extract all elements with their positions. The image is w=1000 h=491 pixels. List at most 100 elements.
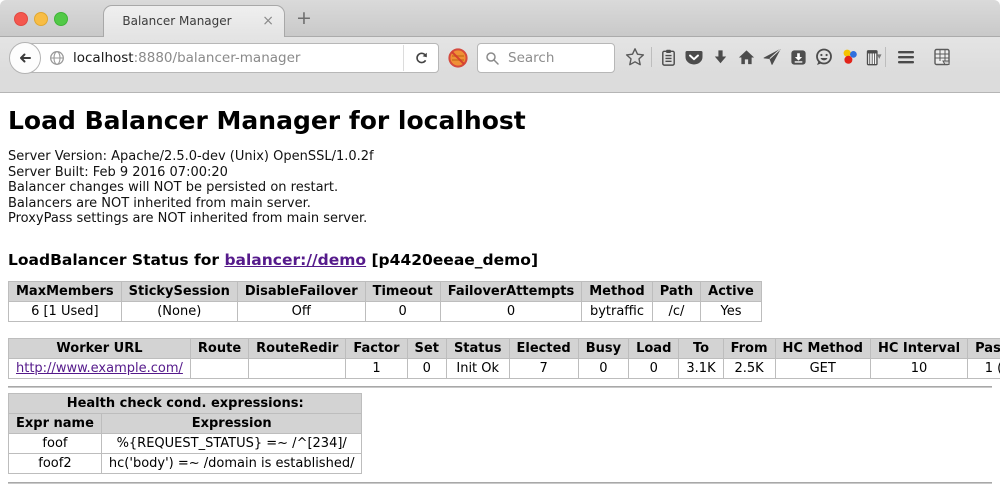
menu-button[interactable]	[893, 43, 919, 71]
page-content: Load Balancer Manager for localhost Serv…	[0, 93, 1000, 491]
tab-title: Balancer Manager	[104, 14, 250, 28]
table-cell: Yes	[701, 301, 762, 321]
table-cell	[190, 358, 248, 378]
health-check-table: Health check cond. expressions: Expr nam…	[8, 393, 362, 474]
back-button[interactable]	[9, 42, 41, 74]
table-cell: bytraffic	[582, 301, 652, 321]
table-cell: (None)	[121, 301, 237, 321]
table-cell: 10	[870, 358, 967, 378]
grid-page-icon	[932, 47, 952, 67]
search-icon	[485, 51, 500, 66]
table-row: foof %{REQUEST_STATUS} =~ /^[234]/	[9, 433, 362, 453]
feedback-button[interactable]	[811, 43, 837, 71]
tab-balancer-manager[interactable]: Balancer Manager ×	[103, 5, 285, 37]
column-header: Timeout	[365, 281, 440, 301]
paper-plane-icon	[762, 47, 782, 67]
column-header: Expr name	[9, 413, 102, 433]
notes-dropdown-caret[interactable]: ▾	[877, 52, 882, 62]
bookmark-star-button[interactable]	[622, 43, 648, 71]
reload-button[interactable]	[403, 45, 438, 71]
plugin-blocked-icon	[447, 47, 469, 69]
column-header: Load	[629, 338, 679, 358]
window-close-button[interactable]	[14, 12, 28, 26]
send-tab-button[interactable]	[759, 43, 785, 71]
expression-cell: hc('body') =~ /domain is established/	[101, 453, 362, 473]
column-header: Active	[701, 281, 762, 301]
table-header-row: Worker URL Route RouteRedir Factor Set S…	[9, 338, 1000, 358]
table-cell	[249, 358, 346, 378]
column-header: Worker URL	[9, 338, 191, 358]
back-arrow-icon	[17, 50, 33, 66]
column-header: Expression	[101, 413, 362, 433]
pocket-button[interactable]	[681, 43, 707, 71]
proxypass-notice-line: ProxyPass settings are NOT inherited fro…	[8, 211, 992, 227]
extension-dots-button[interactable]	[837, 43, 863, 71]
server-built-line: Server Built: Feb 9 2016 07:00:20	[8, 165, 992, 181]
balancer-demo-link[interactable]: balancer://demo	[224, 251, 366, 269]
column-header: HC Method	[775, 338, 870, 358]
loadbalancer-status-heading: LoadBalancer Status for balancer://demo …	[8, 251, 992, 269]
worker-table: Worker URL Route RouteRedir Factor Set S…	[8, 338, 1000, 379]
column-header: RouteRedir	[249, 338, 346, 358]
column-header: Path	[652, 281, 700, 301]
column-header: From	[723, 338, 775, 358]
server-version-line: Server Version: Apache/2.5.0-dev (Unix) …	[8, 149, 992, 165]
column-header: Factor	[346, 338, 407, 358]
toolbar-separator	[651, 47, 652, 67]
search-input[interactable]	[506, 49, 605, 67]
home-button[interactable]	[733, 43, 759, 71]
table-cell: 1	[346, 358, 407, 378]
table-cell: 0	[407, 358, 446, 378]
url-bar[interactable]: localhost:8880/balancer-manager	[24, 43, 439, 73]
column-header: Status	[446, 338, 509, 358]
toolbar-icons: ▾	[622, 42, 955, 72]
tiles-page-button[interactable]	[929, 43, 955, 71]
column-header: Route	[190, 338, 248, 358]
smiley-bubble-icon	[814, 47, 834, 67]
server-info: Server Version: Apache/2.5.0-dev (Unix) …	[8, 149, 992, 227]
url-path: :8880/balancer-manager	[134, 50, 301, 66]
column-header: Method	[582, 281, 652, 301]
column-header: DisableFailover	[237, 281, 365, 301]
plugin-blocked-button[interactable]	[446, 46, 470, 70]
table-cell: 0	[578, 358, 628, 378]
pocket-icon	[684, 48, 704, 67]
column-header: FailoverAttempts	[440, 281, 582, 301]
search-bar[interactable]	[477, 43, 615, 73]
download-manager-button[interactable]	[785, 43, 811, 71]
toolbar-separator	[885, 47, 886, 67]
clipboard-icon	[659, 48, 678, 67]
expression-cell: %{REQUEST_STATUS} =~ /^[234]/	[101, 433, 362, 453]
table-cell: 0	[440, 301, 582, 321]
window-zoom-button[interactable]	[54, 12, 68, 26]
star-icon	[625, 47, 645, 67]
column-header: MaxMembers	[9, 281, 122, 301]
table-header-row: MaxMembers StickySession DisableFailover…	[9, 281, 762, 301]
table-cell: 1 (0)	[968, 358, 1000, 378]
bookmarks-menu-button[interactable]	[655, 43, 681, 71]
window-minimize-button[interactable]	[34, 12, 48, 26]
browser-window: Balancer Manager × + localhost:8880/bala…	[0, 0, 1000, 491]
tab-close-icon[interactable]: ×	[262, 12, 274, 30]
url-host: localhost	[73, 50, 134, 66]
section-divider	[8, 386, 992, 388]
worker-url-link[interactable]: http://www.example.com/	[16, 361, 183, 376]
column-header: Passes	[968, 338, 1000, 358]
url-text[interactable]: localhost:8880/balancer-manager	[73, 50, 403, 66]
download-box-icon	[789, 48, 808, 67]
table-cell: Off	[237, 301, 365, 321]
bookmarks-toolbar[interactable]	[0, 75, 1000, 93]
downloads-button[interactable]	[707, 43, 733, 71]
new-tab-button[interactable]: +	[296, 8, 312, 28]
column-header: To	[679, 338, 723, 358]
tab-bar: Balancer Manager × +	[0, 0, 1000, 37]
status-suffix: [p4420eeae_demo]	[366, 251, 538, 269]
balancer-summary-table: MaxMembers StickySession DisableFailover…	[8, 281, 762, 322]
table-header-row: Expr name Expression	[9, 413, 362, 433]
table-row: http://www.example.com/ 1 0 Init Ok 7 0 …	[9, 358, 1000, 378]
page-title: Load Balancer Manager for localhost	[8, 106, 992, 135]
table-cell: 0	[365, 301, 440, 321]
reload-icon	[414, 51, 429, 66]
table-cell: 3.1K	[679, 358, 723, 378]
table-row: 6 [1 Used] (None) Off 0 0 bytraffic /c/ …	[9, 301, 762, 321]
